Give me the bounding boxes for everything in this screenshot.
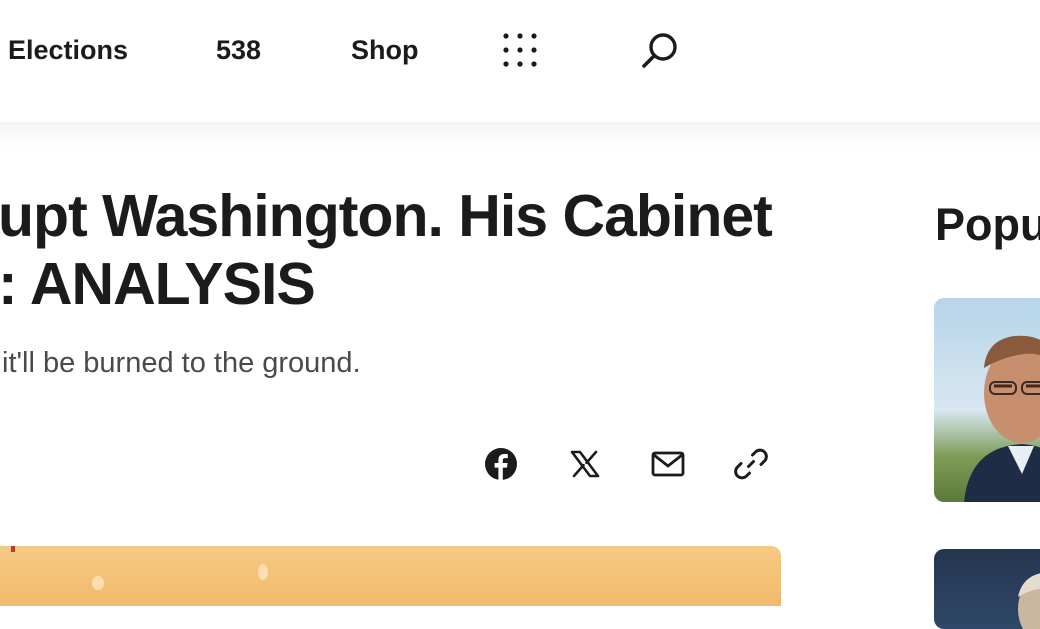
facebook-icon[interactable]	[481, 444, 521, 484]
nav-item-shop[interactable]: Shop	[351, 32, 419, 68]
grid-dots-icon[interactable]	[500, 30, 540, 70]
popular-story-thumbnail[interactable]	[934, 298, 1040, 502]
headline-line-1: upt Washington. His Cabinet	[0, 183, 773, 249]
x-icon[interactable]	[565, 444, 605, 484]
article-headline: upt Washington. His Cabinet : ANALYSIS	[0, 182, 798, 318]
headline-line-2: : ANALYSIS	[0, 251, 316, 317]
sidebar-section-title: Popu	[935, 199, 1040, 250]
email-icon[interactable]	[648, 444, 688, 484]
hero-image-detail	[258, 564, 268, 580]
article-dek: it'll be burned to the ground.	[2, 347, 361, 379]
hero-image-detail	[92, 576, 104, 590]
top-navigation: Elections 538 Shop	[0, 0, 1040, 100]
nav-item-elections[interactable]: Elections	[8, 32, 128, 68]
search-icon[interactable]	[639, 30, 681, 72]
hero-image-detail	[11, 546, 15, 552]
article-hero-image	[0, 546, 781, 606]
nav-item-538[interactable]: 538	[216, 32, 261, 68]
section-divider	[0, 122, 1040, 150]
popular-story-thumbnail[interactable]	[934, 549, 1040, 629]
link-icon[interactable]	[731, 444, 771, 484]
